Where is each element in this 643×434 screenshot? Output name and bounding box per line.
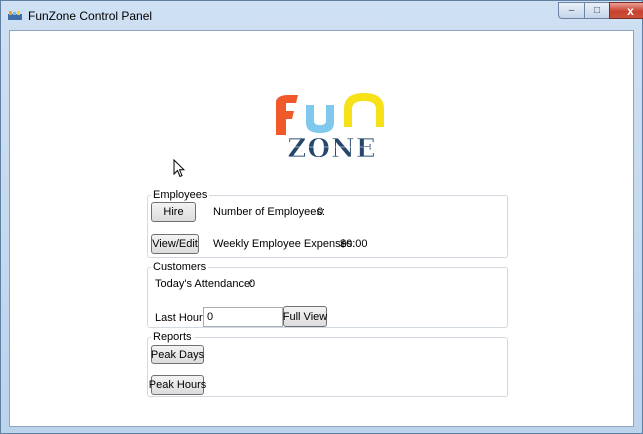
hire-button[interactable]: Hire bbox=[151, 202, 196, 222]
minimize-icon: – bbox=[568, 4, 575, 16]
caption-buttons: – □ x bbox=[558, 2, 643, 20]
peak-hours-button[interactable]: Peak Hours bbox=[149, 375, 206, 395]
close-button[interactable]: x bbox=[609, 2, 643, 19]
reports-legend: Reports bbox=[153, 331, 192, 343]
app-icon bbox=[8, 11, 22, 20]
funzone-logo: ZONE bbox=[276, 93, 384, 163]
last-hour-label: Last Hour: bbox=[155, 312, 206, 324]
last-hour-input[interactable] bbox=[203, 307, 283, 327]
mouse-pointer-icon bbox=[173, 159, 185, 178]
client-area: ZONE Employees Hire Number of Employees:… bbox=[9, 30, 634, 427]
weekly-expenses-value: $0.00 bbox=[340, 238, 368, 250]
employees-legend: Employees bbox=[153, 189, 208, 201]
minimize-button[interactable]: – bbox=[558, 2, 584, 19]
app-window: FunZone Control Panel – □ x ZONE Employe… bbox=[0, 0, 643, 434]
close-icon: x bbox=[627, 3, 634, 18]
maximize-icon: □ bbox=[593, 4, 601, 16]
view-edit-button[interactable]: View/Edit bbox=[151, 234, 199, 254]
weekly-expenses-label: Weekly Employee Expenses: bbox=[213, 238, 356, 250]
window-title: FunZone Control Panel bbox=[28, 9, 153, 23]
customers-legend: Customers bbox=[153, 261, 207, 273]
maximize-button[interactable]: □ bbox=[584, 2, 609, 19]
title-bar[interactable]: FunZone Control Panel – □ x bbox=[1, 1, 643, 29]
full-view-button[interactable]: Full View bbox=[283, 306, 327, 327]
attendance-value: 0 bbox=[249, 278, 256, 290]
attendance-label: Today's Attendance: bbox=[155, 278, 254, 290]
employee-count-label: Number of Employees: bbox=[213, 206, 325, 218]
employee-count-value: 0 bbox=[317, 206, 324, 218]
logo-zone-text: ZONE bbox=[287, 134, 376, 163]
peak-days-button[interactable]: Peak Days bbox=[151, 345, 204, 364]
